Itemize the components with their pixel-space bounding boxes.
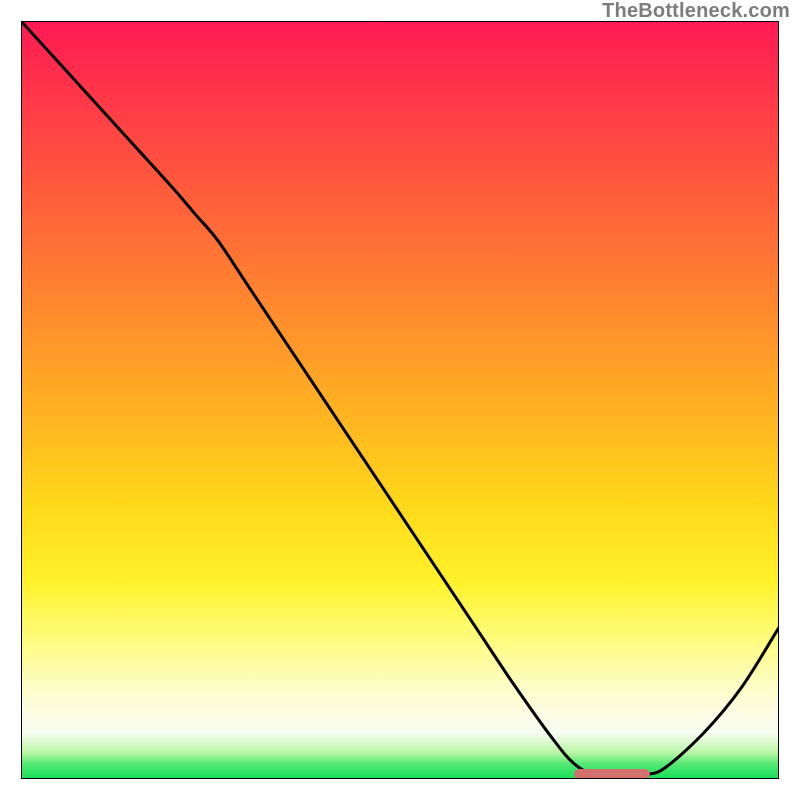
bottleneck-curve (21, 21, 779, 776)
plot-area (21, 21, 779, 779)
watermark-text: TheBottleneck.com (602, 0, 790, 23)
optimal-range-marker (574, 769, 650, 779)
curve-layer (21, 21, 779, 779)
bottleneck-chart: TheBottleneck.com (0, 0, 800, 800)
